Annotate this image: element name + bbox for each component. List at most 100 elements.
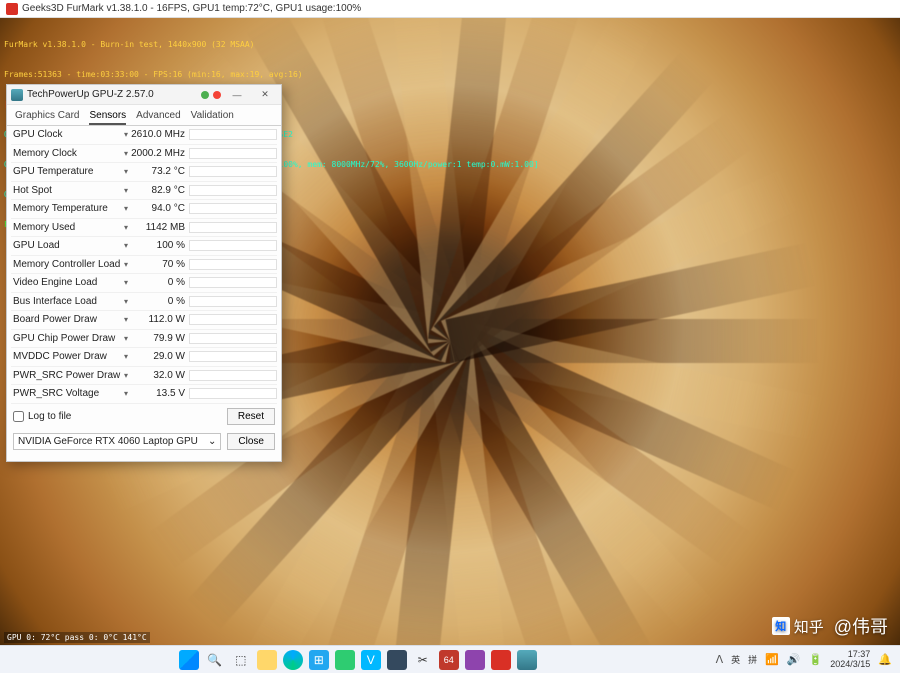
clock-date: 2024/3/15 xyxy=(830,660,870,670)
edge-icon[interactable] xyxy=(283,650,303,670)
taskbar-center: 🔍 ⬚ ⊞ V ✂ 64 xyxy=(0,650,716,670)
chevron-down-icon[interactable]: ▾ xyxy=(121,389,131,398)
sensor-value: 70 % xyxy=(131,259,189,270)
windows-taskbar[interactable]: 🔍 ⬚ ⊞ V ✂ 64 ᐱ 英 拼 📶 🔊 🔋 17:37 2024/3/15… xyxy=(0,645,900,673)
sensor-row: Memory Clock▾2000.2 MHz xyxy=(11,145,277,164)
sensor-row: MVDDC Power Draw▾29.0 W xyxy=(11,348,277,367)
chevron-down-icon[interactable]: ▾ xyxy=(121,260,131,269)
gpuz-title: TechPowerUp GPU-Z 2.57.0 xyxy=(27,89,197,100)
aida64-icon[interactable]: 64 xyxy=(439,650,459,670)
sensor-value: 1142 MB xyxy=(131,222,189,233)
sensor-value: 73.2 °C xyxy=(131,166,189,177)
chevron-down-icon[interactable]: ▾ xyxy=(121,241,131,250)
sensor-row: GPU Load▾100 % xyxy=(11,237,277,256)
sensor-row: Memory Used▾1142 MB xyxy=(11,219,277,238)
store-icon[interactable]: ⊞ xyxy=(309,650,329,670)
log-to-file-checkbox[interactable] xyxy=(13,411,24,422)
sensor-row: GPU Temperature▾73.2 °C xyxy=(11,163,277,182)
search-icon[interactable]: 🔍 xyxy=(205,650,225,670)
sensor-label: Video Engine Load xyxy=(11,277,121,288)
chevron-down-icon[interactable]: ▾ xyxy=(121,371,131,380)
furmark-taskbar-icon[interactable] xyxy=(491,650,511,670)
chevron-down-icon[interactable]: ▾ xyxy=(121,167,131,176)
volume-icon[interactable]: 🔊 xyxy=(787,653,801,666)
sensor-value: 79.9 W xyxy=(131,333,189,344)
gpuz-titlebar[interactable]: TechPowerUp GPU-Z 2.57.0 — ✕ xyxy=(7,85,281,105)
app3-icon[interactable] xyxy=(387,650,407,670)
chevron-down-icon[interactable]: ▾ xyxy=(121,297,131,306)
sensor-row: Memory Controller Load▾70 % xyxy=(11,256,277,275)
gpuz-footer-select: NVIDIA GeForce RTX 4060 Laptop GPU ⌄ Clo… xyxy=(7,429,281,454)
sensor-label: PWR_SRC Power Draw xyxy=(11,370,121,381)
sensor-bar xyxy=(189,259,277,270)
sensor-bar xyxy=(189,333,277,344)
taskbar-tray: ᐱ 英 拼 📶 🔊 🔋 17:37 2024/3/15 🔔 xyxy=(716,650,900,670)
sensor-value: 29.0 W xyxy=(131,351,189,362)
gpuz-taskbar-icon[interactable] xyxy=(517,650,537,670)
status-pill-red xyxy=(213,91,221,99)
task-view-icon[interactable]: ⬚ xyxy=(231,650,251,670)
sensor-row: Memory Temperature▾94.0 °C xyxy=(11,200,277,219)
sensor-row: Hot Spot▾82.9 °C xyxy=(11,182,277,201)
start-button[interactable] xyxy=(179,650,199,670)
app2-icon[interactable]: V xyxy=(361,650,381,670)
sensor-row: Video Engine Load▾0 % xyxy=(11,274,277,293)
app1-icon[interactable] xyxy=(335,650,355,670)
chevron-down-icon[interactable]: ▾ xyxy=(121,130,131,139)
notifications-icon[interactable]: 🔔 xyxy=(878,653,892,666)
sensor-label: Memory Temperature xyxy=(11,203,121,214)
sensor-row: PWR_SRC Power Draw▾32.0 W xyxy=(11,367,277,386)
sensor-row: Board Power Draw▾112.0 W xyxy=(11,311,277,330)
sensor-bar xyxy=(189,185,277,196)
tray-expand-icon[interactable]: ᐱ xyxy=(716,653,724,666)
gpuz-footer-log: Log to file Reset xyxy=(7,404,281,429)
minimize-button[interactable]: — xyxy=(225,87,249,103)
sensor-value: 0 % xyxy=(131,277,189,288)
chevron-down-icon[interactable]: ▾ xyxy=(121,278,131,287)
chevron-down-icon[interactable]: ▾ xyxy=(121,352,131,361)
sensor-bar xyxy=(189,277,277,288)
sensors-panel: GPU Clock▾2610.0 MHzMemory Clock▾2000.2 … xyxy=(7,126,281,404)
sensor-value: 100 % xyxy=(131,240,189,251)
snip-icon[interactable]: ✂ xyxy=(413,650,433,670)
furmark-icon xyxy=(6,3,18,15)
sensor-label: GPU Load xyxy=(11,240,121,251)
chevron-down-icon[interactable]: ▾ xyxy=(121,315,131,324)
wifi-icon[interactable]: 📶 xyxy=(765,653,779,666)
close-button[interactable]: ✕ xyxy=(253,87,277,103)
gpu-select-value: NVIDIA GeForce RTX 4060 Laptop GPU xyxy=(18,436,198,447)
explorer-icon[interactable] xyxy=(257,650,277,670)
close-panel-button[interactable]: Close xyxy=(227,433,275,450)
sensor-bar xyxy=(189,388,277,399)
sensor-bar xyxy=(189,240,277,251)
chevron-down-icon[interactable]: ▾ xyxy=(121,223,131,232)
sensor-label: Bus Interface Load xyxy=(11,296,121,307)
reset-button[interactable]: Reset xyxy=(227,408,275,425)
sensor-label: Memory Controller Load xyxy=(11,259,121,270)
sensor-value: 112.0 W xyxy=(131,314,189,325)
ime-lang1[interactable]: 英 xyxy=(731,653,740,666)
sensor-bar xyxy=(189,314,277,325)
gpuz-window[interactable]: TechPowerUp GPU-Z 2.57.0 — ✕ Graphics Ca… xyxy=(6,84,282,462)
chevron-down-icon[interactable]: ▾ xyxy=(121,186,131,195)
status-pill-green xyxy=(201,91,209,99)
gpu-select-dropdown[interactable]: NVIDIA GeForce RTX 4060 Laptop GPU ⌄ xyxy=(13,433,221,450)
sensor-bar xyxy=(189,148,277,159)
tab-validation[interactable]: Validation xyxy=(191,108,234,125)
sensor-label: Board Power Draw xyxy=(11,314,121,325)
chevron-down-icon[interactable]: ▾ xyxy=(121,334,131,343)
chevron-down-icon[interactable]: ▾ xyxy=(121,149,131,158)
sensor-row: PWR_SRC Voltage▾13.5 V xyxy=(11,385,277,404)
chevron-down-icon[interactable]: ▾ xyxy=(121,204,131,213)
sensor-bar xyxy=(189,129,277,140)
app5-icon[interactable] xyxy=(465,650,485,670)
sensor-row: GPU Clock▾2610.0 MHz xyxy=(11,126,277,145)
tab-graphics-card[interactable]: Graphics Card xyxy=(15,108,79,125)
battery-icon[interactable]: 🔋 xyxy=(809,653,823,666)
ime-lang2[interactable]: 拼 xyxy=(748,653,757,666)
tab-sensors[interactable]: Sensors xyxy=(89,108,126,125)
sensor-value: 2610.0 MHz xyxy=(131,129,189,140)
taskbar-clock[interactable]: 17:37 2024/3/15 xyxy=(830,650,870,670)
sensor-bar xyxy=(189,370,277,381)
tab-advanced[interactable]: Advanced xyxy=(136,108,180,125)
